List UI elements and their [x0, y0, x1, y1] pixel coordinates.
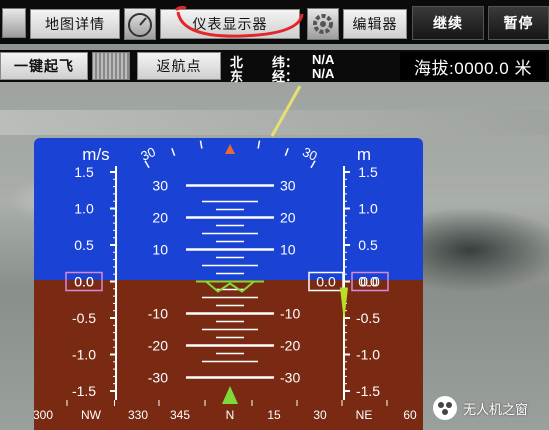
pitch-label-left: -20	[148, 338, 168, 354]
altitude-readout: 海拔:0000.0 米	[400, 52, 546, 80]
speed-tick-label: 1.5	[74, 164, 94, 180]
return-home-button[interactable]: 返航点	[137, 52, 221, 80]
speed-unit-label: m/s	[82, 145, 109, 164]
gear-icon[interactable]	[307, 8, 339, 40]
alt-tick-label: 1.0	[358, 201, 378, 217]
top-toolbar: 地图详情 仪表显示器 编辑器 继续 暂停	[0, 0, 549, 44]
continue-button[interactable]: 继续	[412, 6, 484, 40]
pause-label: 暂停	[503, 15, 534, 31]
heading-label: 300	[34, 408, 53, 422]
pitch-label-left: -10	[148, 306, 168, 322]
speed-tick-label: 1.0	[74, 201, 94, 217]
heading-label: NE	[356, 408, 373, 422]
speed-tick-label: 0.5	[74, 237, 94, 253]
pitch-label-right: 30	[280, 178, 296, 194]
heading-label: N	[226, 408, 235, 422]
pitch-label-right: -10	[280, 306, 300, 322]
pitch-label-right: 10	[280, 242, 296, 258]
hud-canvas: m/s m1.51.00.50.0-0.5-1.0-1.51.51.00.50.0…	[34, 138, 423, 430]
alt-tick-label: -0.5	[356, 310, 380, 326]
vsi-value: 0.0	[316, 274, 336, 290]
speed-tick-label: -1.5	[72, 383, 96, 399]
continue-label: 继续	[433, 15, 463, 31]
map-icon[interactable]	[2, 8, 26, 38]
map-details-label: 地图详情	[45, 16, 105, 32]
pitch-label-left: 20	[152, 210, 168, 226]
takeoff-label: 一键起飞	[14, 58, 74, 74]
watermark-text: 无人机之窗	[463, 401, 529, 417]
heading-label: 30	[313, 408, 327, 422]
speed-value: 0.0	[74, 274, 94, 290]
pointer-line	[270, 85, 302, 137]
heading-label: 345	[170, 408, 190, 422]
pitch-label-right: 20	[280, 210, 296, 226]
grid-handle-icon[interactable]	[92, 52, 130, 80]
heading-label: NW	[81, 408, 102, 422]
alt-value: 0.0	[360, 274, 380, 290]
heading-label: 330	[128, 408, 148, 422]
heading-label: 60	[403, 408, 417, 422]
alt-tick-label: -1.0	[356, 347, 380, 363]
lon-value: N/A	[312, 66, 335, 81]
east-label: 东	[230, 69, 244, 84]
heading-label: 15	[267, 408, 281, 422]
lat-value: N/A	[312, 52, 335, 67]
pitch-label-left: 10	[152, 242, 168, 258]
alt-tick-label: 1.5	[358, 164, 378, 180]
pitch-label-left: 30	[152, 178, 168, 194]
watermark: 无人机之窗	[433, 396, 528, 420]
pitch-label-left: -30	[148, 370, 168, 386]
attitude-indicator: m/s m 1.5 1.0 0.5 0.0 -0.5 -1.0 -1.5 1.5 1.0 0.5 0.0…	[34, 138, 423, 430]
return-label: 返航点	[156, 58, 202, 74]
pitch-label-right: -20	[280, 338, 300, 354]
speed-tick-label: -1.0	[72, 347, 96, 363]
pitch-label-right: -30	[280, 370, 300, 386]
highlight-ellipse	[174, 5, 304, 38]
alt-tick-label: -1.5	[356, 383, 380, 399]
gauge-icon[interactable]	[124, 8, 156, 40]
alt-unit-label: m	[357, 145, 371, 164]
map-details-button[interactable]: 地图详情	[30, 9, 120, 39]
editor-button[interactable]: 编辑器	[343, 9, 407, 39]
editor-label: 编辑器	[352, 16, 398, 32]
alt-tick-label: 0.5	[358, 237, 378, 253]
speed-tick-label: -0.5	[72, 310, 96, 326]
pause-button[interactable]: 暂停	[488, 6, 549, 40]
watermark-logo-icon	[433, 396, 457, 420]
one-key-takeoff-button[interactable]: 一键起飞	[0, 52, 88, 80]
